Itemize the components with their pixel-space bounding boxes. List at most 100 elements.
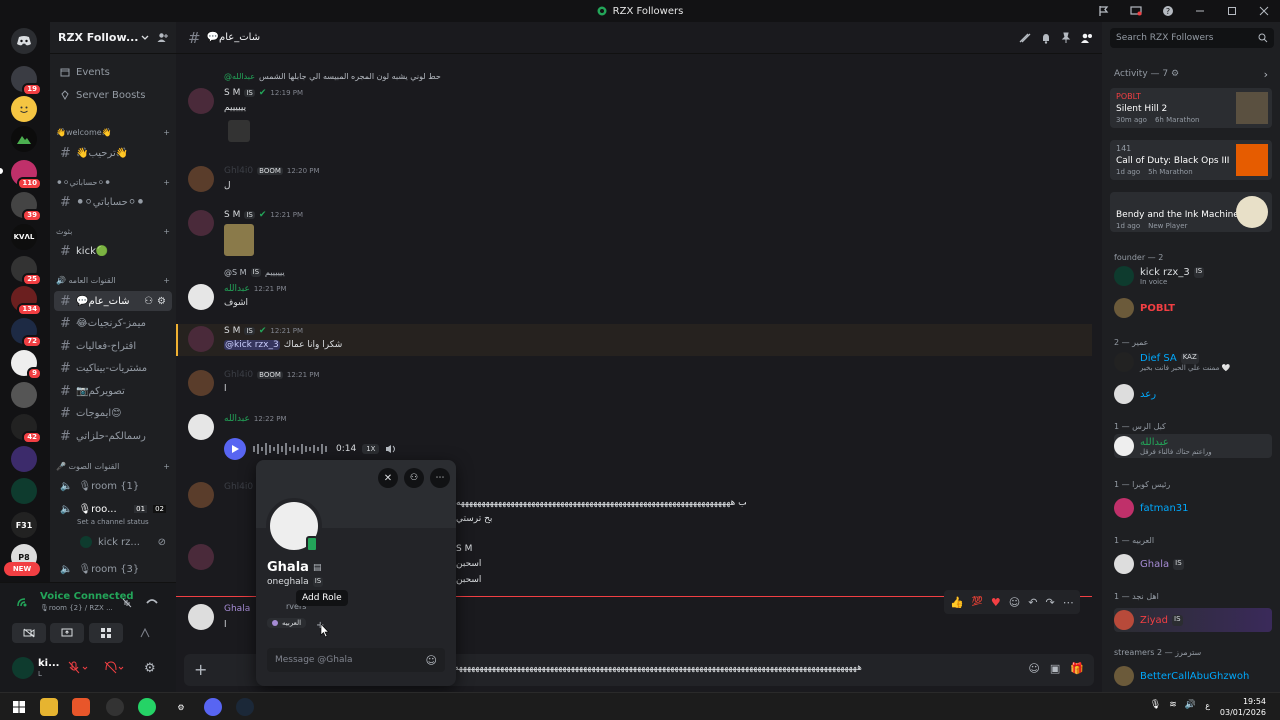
avatar[interactable] <box>188 482 214 508</box>
reply-reference[interactable]: @S M IS ييييييم <box>224 268 285 277</box>
emoji-icon[interactable]: ☺ <box>1028 662 1039 675</box>
add-channel-icon[interactable]: + <box>163 227 170 236</box>
server-icon-green[interactable] <box>11 478 37 504</box>
category-accounts[interactable]: ⚫⚪حساباتي⚪⚫ + <box>56 178 170 187</box>
file-explorer-icon[interactable] <box>40 698 58 716</box>
message-author[interactable]: عبدالله 12:22 PM <box>224 414 287 424</box>
message-input[interactable]: هههههههههههههههههههههههههههههههههههههههه… <box>454 663 1024 673</box>
message-author[interactable]: Ghl4i0 <box>224 482 253 492</box>
message-author[interactable]: S M <box>456 544 472 554</box>
add-friend-icon[interactable]: ⚇ <box>404 468 424 488</box>
play-icon[interactable] <box>224 438 246 460</box>
more-icon[interactable]: ⋯ <box>1063 596 1074 609</box>
activity-card[interactable]: Bendy and the Ink Machine 1d ago New Play… <box>1110 192 1272 232</box>
invite-people-icon[interactable] <box>157 32 168 43</box>
message-author[interactable]: S M IS ✔ 12:21 PM <box>224 326 303 336</box>
search-input[interactable]: Search RZX Followers <box>1116 33 1213 43</box>
member-ziyad[interactable]: Ziyad IS <box>1114 608 1272 632</box>
threads-icon[interactable] <box>1018 32 1032 44</box>
emoji-icon[interactable]: ☺ <box>426 654 437 667</box>
message-author[interactable]: Ghl4i0 BOOM 12:20 PM <box>224 166 320 176</box>
gift-icon[interactable]: 🎁 <box>1070 662 1084 675</box>
volume-icon[interactable]: 🔊 <box>1185 700 1196 710</box>
avatar[interactable] <box>188 370 214 396</box>
hundred-icon[interactable]: 💯 <box>972 597 983 607</box>
server-boosts-item[interactable]: Server Boosts <box>54 85 172 105</box>
popout-message-box[interactable]: Message @Ghala ☺ <box>267 648 445 672</box>
language-indicator[interactable]: ع <box>1205 701 1210 710</box>
server-icon-twitch[interactable] <box>11 446 37 472</box>
mic-icon[interactable]: 🎙 <box>1150 700 1161 710</box>
add-reaction-icon[interactable]: ☺ <box>1009 596 1020 609</box>
channel-suggestions[interactable]: # اقتراح-فعاليات <box>54 336 172 356</box>
message-author[interactable]: S M IS ✔ 12:21 PM <box>224 210 303 220</box>
add-channel-icon[interactable]: + <box>163 462 170 471</box>
voice-member-kick[interactable]: kick rz... ⊘ <box>74 532 172 552</box>
avatar[interactable] <box>188 210 214 236</box>
server-icon-72[interactable]: 72 <box>11 318 42 348</box>
disconnect-icon[interactable] <box>146 597 158 607</box>
member-poblt[interactable]: POBLT <box>1114 296 1274 320</box>
avatar[interactable] <box>188 604 214 630</box>
add-channel-icon[interactable]: + <box>163 276 170 285</box>
inbox-flag-icon[interactable] <box>1088 0 1120 22</box>
soundboard-button[interactable] <box>128 623 162 643</box>
events-item[interactable]: Events <box>54 62 172 82</box>
server-icon-42[interactable]: 42 <box>11 414 42 444</box>
channel-emotes[interactable]: # ايموجات😊 <box>54 403 172 423</box>
steam-icon[interactable] <box>236 698 254 716</box>
screen-icon[interactable] <box>1120 0 1152 22</box>
avatar[interactable] <box>188 166 214 192</box>
playback-speed[interactable]: 1X <box>362 444 380 454</box>
member-raad[interactable]: رعد <box>1114 382 1274 406</box>
activities-button[interactable] <box>89 623 123 643</box>
member-abdullah[interactable]: عبدالله وراعتم حتاك فالناء فرقل <box>1114 434 1272 458</box>
add-channel-icon[interactable]: + <box>163 178 170 187</box>
server-icon-110[interactable]: 110 <box>11 160 42 190</box>
channel-kick[interactable]: # kick🟢 <box>54 241 172 261</box>
user-settings-gear-icon[interactable]: ⚙ <box>144 661 156 676</box>
member-fatman[interactable]: fatman31 <box>1114 496 1274 520</box>
maximize-icon[interactable] <box>1216 0 1248 22</box>
video-off-button[interactable] <box>12 623 46 643</box>
minimize-icon[interactable] <box>1184 0 1216 22</box>
pin-icon[interactable] <box>1060 32 1072 44</box>
server-icon-1[interactable]: 19 <box>11 66 42 96</box>
channel-welcome[interactable]: # 👋ترحيب👋 <box>54 143 172 163</box>
voice-channel-room1[interactable]: 🔈 🎙room {1} <box>54 476 172 496</box>
voice-disconnect-icon[interactable]: ✕ <box>378 468 398 488</box>
member-dief[interactable]: Dief SA KAZ ممنت علي الحبر فانت بخير 🤍 <box>1114 350 1274 374</box>
activity-card[interactable]: POBLT Silent Hill 2 30m ago 6h Marathon <box>1110 88 1272 128</box>
message-author[interactable]: Ghl4i0 BOOM 12:21 PM <box>224 370 320 380</box>
avatar[interactable] <box>188 544 214 570</box>
chevron-right-icon[interactable]: › <box>1264 68 1268 81</box>
whatsapp-icon[interactable] <box>138 698 156 716</box>
avatar[interactable] <box>12 657 34 679</box>
search-box[interactable]: Search RZX Followers <box>1110 28 1274 48</box>
activity-header[interactable]: Activity — 7 ⚙ <box>1114 69 1179 79</box>
start-button[interactable] <box>10 698 28 716</box>
add-channel-icon[interactable]: + <box>163 128 170 137</box>
server-icon-25[interactable]: 25 <box>11 256 42 286</box>
member-kick[interactable]: kick rzx_3 IS In voice <box>1114 264 1274 288</box>
channel-shares[interactable]: # مشتريات-بيناكيت <box>54 358 172 378</box>
member-better[interactable]: BetterCallAbuGhzwoh <box>1114 664 1274 688</box>
gear-icon[interactable]: ⚙ <box>157 296 166 307</box>
mic-muted-icon[interactable] <box>68 661 90 675</box>
brave-browser-icon[interactable] <box>72 698 90 716</box>
steelseries-icon[interactable]: ⚙ <box>172 698 190 716</box>
voice-channel-room2[interactable]: 🔈 🎙roo... 01 02 <box>54 499 172 519</box>
deafened-icon[interactable] <box>104 661 126 675</box>
avatar[interactable] <box>188 326 214 352</box>
screen-share-button[interactable] <box>50 623 84 643</box>
wifi-icon[interactable]: ≋ <box>1169 700 1177 710</box>
obs-icon[interactable] <box>106 698 124 716</box>
system-clock[interactable]: 19:54 03/01/2026 <box>1220 696 1266 718</box>
popout-message-input[interactable]: Message @Ghala <box>275 655 353 665</box>
sticker-image[interactable] <box>228 120 250 142</box>
server-icon-kval[interactable]: KVΛL <box>11 224 37 250</box>
user-mention[interactable]: @kick rzx_3 <box>224 340 280 350</box>
channel-talk[interactable]: # رسمالكم-حلزاتي <box>54 426 172 446</box>
close-icon[interactable] <box>1248 0 1280 22</box>
message-author[interactable]: S M IS ✔ 12:19 PM <box>224 88 303 98</box>
